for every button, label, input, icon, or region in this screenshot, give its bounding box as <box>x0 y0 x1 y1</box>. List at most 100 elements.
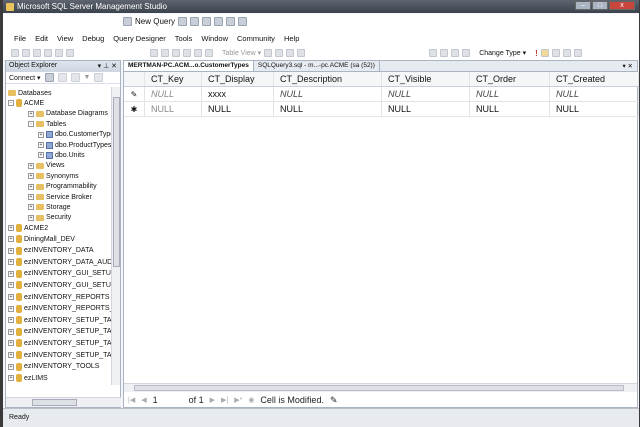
activity-monitor-icon[interactable] <box>238 17 248 26</box>
group-by-icon[interactable] <box>551 49 560 57</box>
new-query-button[interactable]: New Query <box>135 17 175 26</box>
tree-node[interactable]: - ACME <box>8 98 44 108</box>
tree-node[interactable]: + ezINVENTORY_GUI_SETUP <box>8 269 112 279</box>
column-header[interactable]: CT_Created <box>550 72 639 86</box>
tree-node[interactable]: + ezINVENTORY_REPORTS <box>8 292 110 302</box>
toolbar-icon[interactable] <box>44 49 52 57</box>
new-file-icon[interactable] <box>178 17 188 26</box>
column-header[interactable]: CT_Key <box>145 72 202 86</box>
grid-cell[interactable]: NULL <box>382 102 470 116</box>
collapse-icon[interactable]: - <box>8 100 14 107</box>
close-button[interactable]: x <box>609 1 635 10</box>
minimize-button[interactable]: – <box>575 1 591 10</box>
column-header[interactable]: CT_Order <box>470 72 550 86</box>
table-view-dropdown[interactable]: Table View ▾ <box>222 49 261 57</box>
expand-icon[interactable]: + <box>8 363 14 370</box>
menu-tools[interactable]: Tools <box>172 32 199 46</box>
tree-node[interactable]: + Database Diagrams <box>28 109 108 119</box>
filter-icon[interactable]: ▼ <box>84 74 91 81</box>
menu-community[interactable]: Community <box>234 32 281 46</box>
tree-node[interactable]: + dbo.ProductTypes <box>38 140 111 150</box>
expand-icon[interactable]: + <box>28 162 34 169</box>
expand-icon[interactable]: + <box>8 282 14 289</box>
toolbar-icon[interactable] <box>275 49 284 57</box>
next-record-icon[interactable]: ▶ <box>210 396 215 404</box>
close-panel-icon[interactable]: ▾ ⊥ ✕ <box>98 62 117 70</box>
diagram-pane-icon[interactable] <box>429 49 438 57</box>
toolbar-icon[interactable] <box>297 49 306 57</box>
toolbar-icon[interactable] <box>22 49 30 57</box>
tree-node[interactable]: + ezINVENTORY_REPORTS_AU <box>8 304 112 314</box>
new-record-icon[interactable]: ▶* <box>234 396 242 404</box>
show-sql-icon[interactable] <box>172 49 180 57</box>
tree-node[interactable]: + dbo.CustomerTypes <box>38 130 112 140</box>
new-derived-table-icon[interactable] <box>573 49 582 57</box>
tree-node[interactable]: + ezINVENTORY_SETUP_TABL <box>8 315 112 325</box>
expand-icon[interactable]: + <box>8 225 14 232</box>
expand-icon[interactable]: + <box>8 352 14 358</box>
expand-icon[interactable]: + <box>8 305 14 312</box>
close-document-icon[interactable]: ▾ ✕ <box>622 62 633 70</box>
tree-node[interactable]: Databases <box>8 88 51 98</box>
grid-cell[interactable]: NULL <box>470 87 550 101</box>
column-header[interactable]: CT_Visible <box>382 72 470 86</box>
menu-query-designer[interactable]: Query Designer <box>110 32 172 46</box>
expand-icon[interactable]: + <box>28 194 34 200</box>
grid-cell[interactable]: NULL <box>274 87 382 101</box>
tree-node[interactable]: + ezINVENTORY_GUI_SETUP_ <box>8 280 112 290</box>
results-pane-icon[interactable] <box>462 49 471 57</box>
show-criteria-icon[interactable] <box>161 49 169 57</box>
first-record-icon[interactable]: |◀ <box>128 396 135 404</box>
tree-node[interactable]: + Programmability <box>28 182 97 192</box>
stop-icon[interactable] <box>70 73 80 82</box>
grid-cell[interactable]: NULL <box>202 102 274 116</box>
menu-help[interactable]: Help <box>281 32 305 46</box>
expand-icon[interactable]: + <box>8 340 14 347</box>
last-record-icon[interactable]: ▶| <box>221 396 228 404</box>
expand-icon[interactable]: + <box>38 142 44 148</box>
grid-cell[interactable]: NULL <box>550 87 639 101</box>
row-selector-header[interactable] <box>124 72 145 86</box>
expand-icon[interactable]: + <box>8 259 14 266</box>
edit-pencil-icon[interactable]: ✎ <box>124 87 145 101</box>
sort-icon[interactable] <box>205 49 213 57</box>
register-icon[interactable] <box>57 73 67 82</box>
expand-icon[interactable]: + <box>28 173 34 180</box>
expand-icon[interactable]: + <box>28 214 34 221</box>
save-icon[interactable] <box>214 17 224 26</box>
tree-node[interactable]: + ezINVENTORY_DATA_AUDIT <box>8 257 112 267</box>
execute-icon[interactable]: ! <box>535 49 538 58</box>
stop-icon[interactable]: ◉ <box>248 396 254 404</box>
menu-edit[interactable]: Edit <box>32 32 54 46</box>
grid-cell[interactable]: NULL <box>274 102 382 116</box>
page-input[interactable]: 1 <box>153 395 183 405</box>
maximize-button[interactable]: □ <box>592 1 608 10</box>
prev-record-icon[interactable]: ◀ <box>141 396 146 404</box>
tree-node[interactable]: + Storage <box>28 202 71 212</box>
toolbar-icon[interactable] <box>55 49 63 57</box>
expand-icon[interactable]: + <box>8 328 14 335</box>
open-folder-icon[interactable] <box>202 17 212 26</box>
expand-icon[interactable]: + <box>8 247 14 254</box>
tree-node[interactable]: + ezINVENTORY_SETUP_TABL <box>8 338 112 348</box>
expand-icon[interactable]: + <box>28 183 34 190</box>
change-type-dropdown[interactable]: Change Type ▾ <box>479 49 526 57</box>
expand-icon[interactable]: + <box>38 152 44 159</box>
tree-horizontal-scrollbar[interactable] <box>6 397 121 407</box>
column-header[interactable]: CT_Description <box>274 72 382 86</box>
menu-debug[interactable]: Debug <box>79 32 110 46</box>
tree-node[interactable]: - Tables <box>28 119 66 129</box>
expand-icon[interactable]: + <box>28 110 34 117</box>
add-table2-icon[interactable] <box>562 49 571 57</box>
tree-node[interactable]: + Synonyms <box>28 171 79 181</box>
new-file2-icon[interactable] <box>190 17 200 26</box>
grid-cell[interactable]: xxxx <box>202 87 274 101</box>
expand-icon[interactable]: + <box>8 294 14 300</box>
grid-cell[interactable]: NULL <box>145 102 202 116</box>
grid-cell[interactable]: NULL <box>382 87 470 101</box>
save-all-icon[interactable] <box>226 17 236 26</box>
tree-node[interactable]: + Security <box>28 213 71 223</box>
grid-cell[interactable]: NULL <box>145 87 202 101</box>
tree-node[interactable]: + ezINVENTORY_TOOLS <box>8 362 99 372</box>
expand-icon[interactable]: + <box>28 204 34 211</box>
